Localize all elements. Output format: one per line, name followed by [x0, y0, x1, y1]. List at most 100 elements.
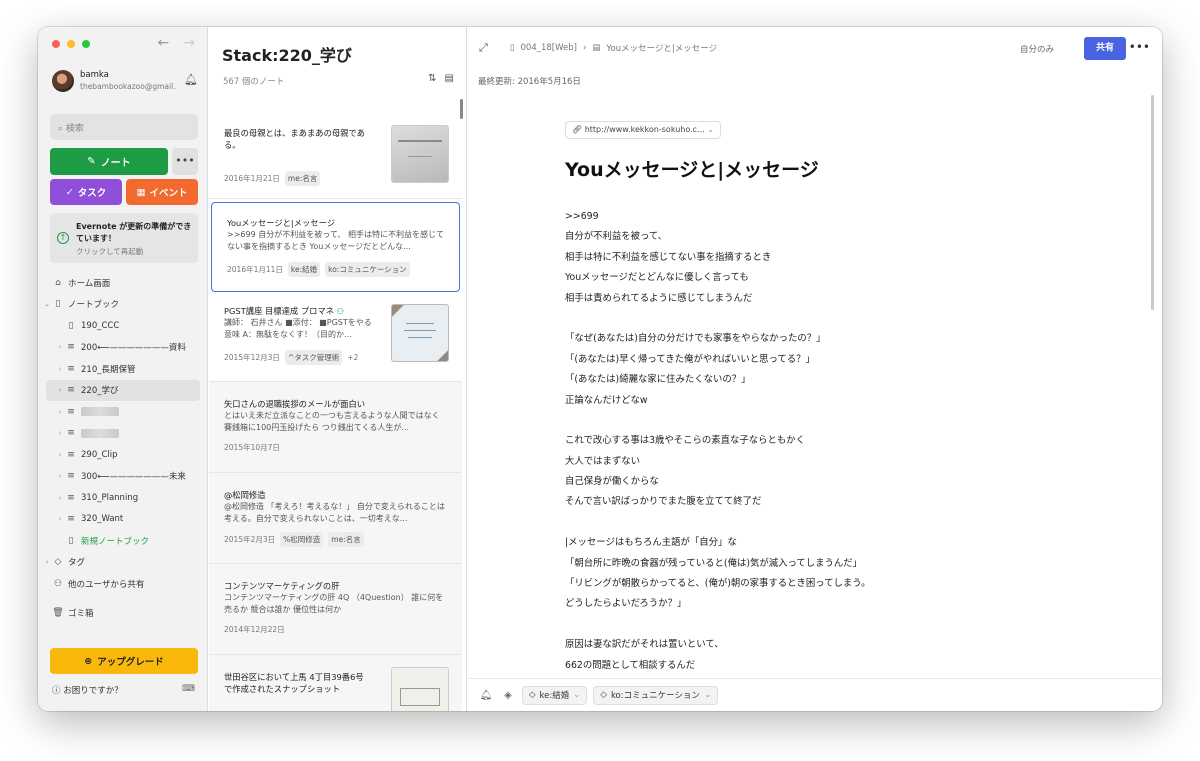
visibility-label[interactable]: 自分のみ [1020, 43, 1054, 55]
tag-icon: ◇ [529, 690, 536, 700]
sidebar-item-trash[interactable]: 🗑︎ ゴミ箱 [38, 603, 208, 625]
sidebar-item-stack[interactable]: › ≡ 200⟵———————資料 [38, 337, 208, 359]
note-tag[interactable]: me:名言 [328, 532, 364, 547]
history-nav: ← → [158, 35, 195, 51]
note-body-line: Youメッセージだとどんなに優しく言っても [565, 272, 749, 284]
add-tag-icon[interactable]: ◈ [500, 690, 516, 701]
sidebar-item-stack[interactable]: › ≡ 310_Planning [38, 487, 208, 509]
note-title: @松岡修造 [224, 490, 266, 500]
note-date: 2014年12月22日 [224, 625, 285, 634]
reminder-bell-icon[interactable]: 🔔︎ [478, 690, 494, 701]
link-icon: 🔗︎ [572, 125, 583, 134]
note-body-line: 相手は責められてるように感じてしまうんだ [565, 292, 753, 304]
note-date: 2015年12月3日 [224, 353, 280, 362]
sidebar-item-stack-blurred[interactable]: › ≡ [38, 423, 208, 445]
zoom-window-button[interactable] [82, 40, 90, 48]
upgrade-button[interactable]: ⊛ アップグレード [50, 648, 198, 674]
note-card[interactable]: 矢口さんの退職挨拶のメールが面白い とはいえ未だ立派なことの一つも言えるような人… [209, 382, 462, 473]
update-banner[interactable]: ↑ Evernote が更新の準備ができています！ クリックして再起動 [50, 213, 198, 263]
note-date: 2015年2月3日 [224, 535, 276, 544]
new-notebook-button[interactable]: ▯ 新規ノートブック [38, 530, 208, 552]
question-icon: ⓘ [52, 686, 61, 696]
sidebar-item-label: ホーム画面 [68, 278, 111, 289]
sidebar-item-label: ゴミ箱 [68, 609, 94, 620]
note-icon: ▤ [592, 43, 601, 53]
breadcrumb-notebook[interactable]: 004_18[Web] [521, 43, 577, 53]
note-title: 最良の母親とは、まあまあの母親であ [224, 128, 365, 138]
sidebar-item-stack[interactable]: › ≡ 300⟵———————未来 [38, 466, 208, 488]
note-body-line: 「リビングが朝散らかってると、(俺が)朝の家事するとき困ってしまう。 [565, 578, 871, 590]
sidebar-item-label: 310_Planning [81, 492, 139, 503]
forward-arrow-icon[interactable]: → [183, 35, 195, 51]
search-input[interactable]: ⌕ 検索 [50, 114, 198, 140]
new-task-label: タスク [77, 188, 107, 199]
sidebar-item-shared[interactable]: ⚇ 他のユーザから共有 [38, 573, 208, 595]
tag-icon: ◇ [600, 690, 607, 700]
note-date: 2016年1月21日 [224, 174, 280, 183]
note-thumbnail [391, 667, 449, 711]
keyboard-icon[interactable]: ⌨ [182, 684, 195, 694]
note-body-line: 自己保身が働くからな [565, 476, 659, 488]
stack-icon: ≡ [67, 428, 75, 439]
sidebar-item-stack[interactable]: › ≡ 320_Want [38, 509, 208, 531]
note-card[interactable]: @松岡修造 @松岡修造 「考えろ！考えるな！」 自分で変えられることは考える。自… [209, 473, 462, 564]
sidebar-item-notebooks[interactable]: ⌄ ▯ ノートブック [38, 294, 208, 316]
note-thumbnail [391, 304, 449, 362]
view-options-icon[interactable]: ▤ [445, 73, 454, 84]
sidebar-item-stack-active[interactable]: › ≡ 220_学び [46, 379, 200, 401]
note-tag[interactable]: %松岡修造 [280, 532, 324, 547]
note-body-line [565, 309, 1125, 329]
more-options-icon[interactable]: ••• [1129, 40, 1150, 54]
note-tag[interactable]: ko:コミュニケーション [325, 262, 410, 277]
note-body-line [565, 615, 1125, 635]
back-arrow-icon[interactable]: ← [158, 35, 170, 51]
sidebar-item-notebook[interactable]: ▯ 190_CCC [38, 315, 208, 337]
expand-icon[interactable]: ⤢ [479, 41, 488, 55]
arrow-up-icon: ↑ [57, 232, 69, 244]
account-switcher[interactable]: bamka thebambookazoo@gmail.... 🔔︎ [52, 70, 198, 96]
sort-icon[interactable]: ⇅ [428, 73, 436, 84]
help-link[interactable]: ⓘ お困りですか？ [52, 684, 123, 696]
note-card[interactable]: PGST講座 目標達成 プロマネ ⚇ 講師： 石井さん ■添付： ■PGSTをや… [209, 292, 462, 382]
share-button[interactable]: 共有 [1084, 37, 1126, 60]
tag-chip[interactable]: ◇ ko:コミュニケーション ⌄ [593, 685, 719, 705]
chevron-right-icon: › [58, 386, 62, 395]
sidebar-item-stack[interactable]: › ≡ 210_長期保管 [38, 358, 208, 380]
note-title: 世田谷区において上馬 4丁目39番6号 [224, 672, 364, 682]
tag-label: ko:コミュニケーション [610, 691, 700, 701]
tag-label: ke:結婚 [539, 691, 570, 701]
note-tag[interactable]: me:名言 [284, 171, 321, 186]
new-event-button[interactable]: ▦ イベント [126, 179, 198, 205]
note-tag[interactable]: ke:結婚 [287, 262, 321, 277]
note-body[interactable]: >>699 自分が不利益を被って、 相手は特に不利益を感じてない事を指摘するとき Yo… [565, 207, 1125, 676]
note-card[interactable]: 世田谷区において上馬 4丁目39番6号 で作成されたスナップショット [209, 655, 462, 711]
note-body-line: これで改心する事は3歳やそこらの素直な子ならともかく [565, 435, 806, 447]
note-body-line: どうしたらよいだろうか？」 [565, 598, 687, 610]
close-window-button[interactable] [52, 40, 60, 48]
help-label: お困りですか？ [63, 686, 123, 696]
sidebar-item-stack[interactable]: › ≡ 290_Clip [38, 444, 208, 466]
new-note-button[interactable]: ✎ ノート [50, 148, 168, 175]
new-task-button[interactable]: ✓ タスク [50, 179, 122, 205]
sidebar-item-tags[interactable]: › ◇ タグ [38, 552, 208, 574]
chevron-right-icon: › [58, 364, 62, 373]
user-email: thebambookazoo@gmail.... [80, 82, 175, 91]
minimize-window-button[interactable] [67, 40, 75, 48]
note-editor: ⤢ ▯ 004_18[Web] › ▤ Youメッセージと|メッセージ 自分のみ… [468, 27, 1162, 711]
note-meta: 2014年12月22日 [224, 624, 452, 635]
note-card[interactable]: 最良の母親とは、まあまあの母親であ る。 2016年1月21日 me:名言 [209, 111, 462, 199]
note-tag[interactable]: ^タスク管理術 [284, 350, 343, 365]
more-button[interactable]: ••• [172, 148, 198, 175]
chevron-right-icon: › [58, 493, 62, 502]
editor-scrollbar[interactable] [1151, 95, 1154, 310]
note-card-selected[interactable]: Youメッセージと|メッセージ >>699 自分が不利益を被って、 相手は特に不… [211, 202, 460, 292]
tag-chip[interactable]: ◇ ke:結婚 ⌄ [522, 685, 588, 705]
source-url-chip[interactable]: 🔗︎ http://www.kekkon-sokuho.c... ⌄ [565, 121, 721, 139]
note-title-heading[interactable]: Youメッセージと|メッセージ [565, 155, 819, 182]
bell-icon[interactable]: 🔔︎ [184, 73, 198, 86]
sidebar-item-stack-blurred[interactable]: › ≡ [38, 401, 208, 423]
sidebar-item-home[interactable]: ⌂ ホーム画面 [38, 272, 208, 294]
user-name: bamka [80, 70, 109, 80]
note-card[interactable]: コンテンツマーケティングの肝 コンテンツマーケティングの肝 4Q （4Quest… [209, 564, 462, 655]
sidebar-item-label: タグ [68, 558, 86, 569]
